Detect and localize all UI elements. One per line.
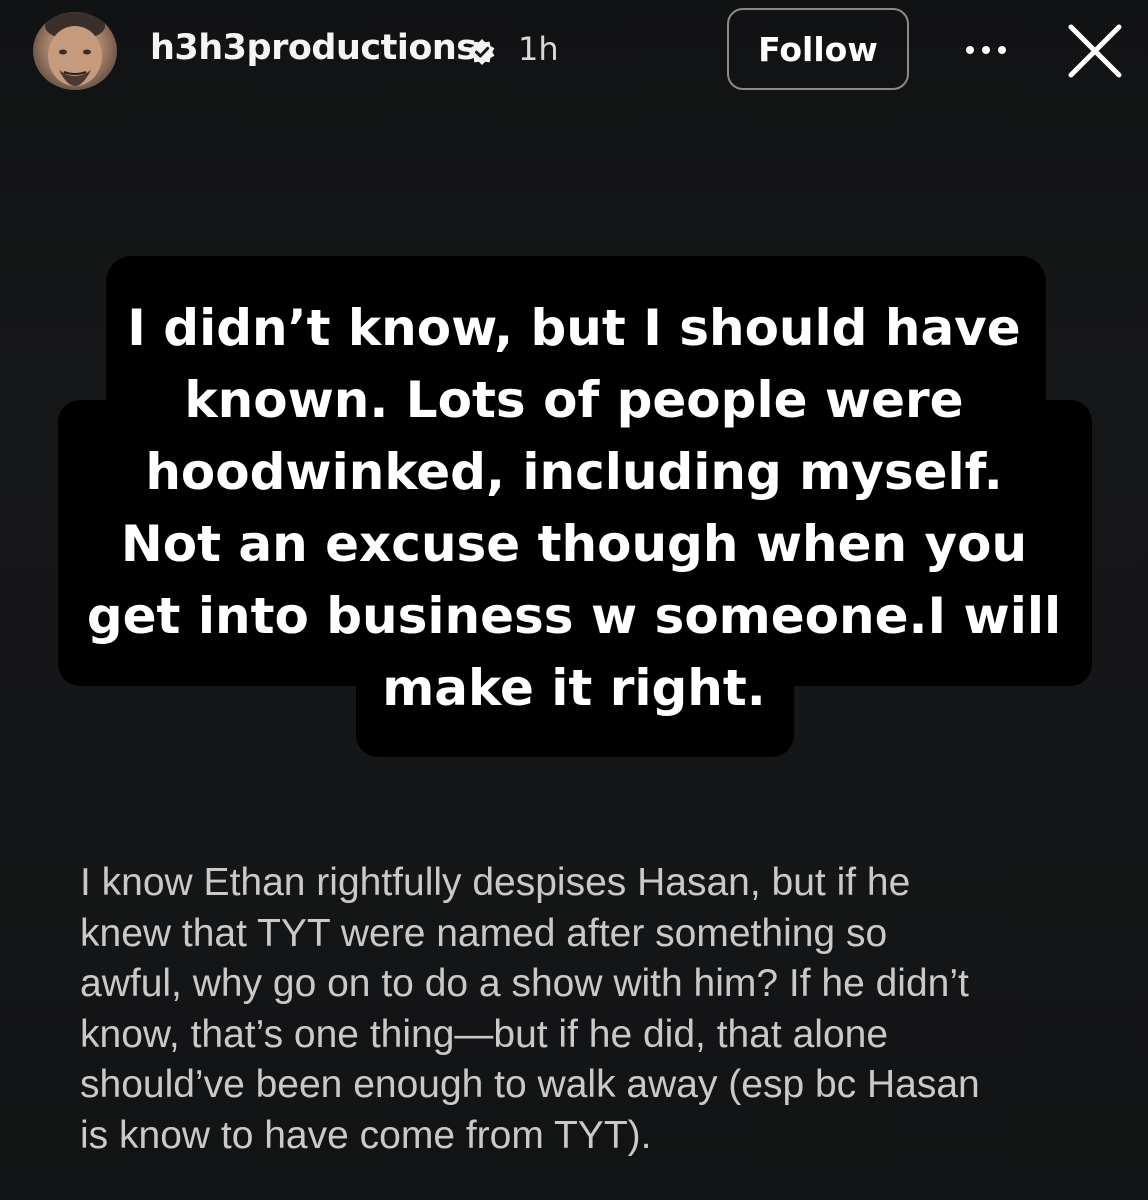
story-viewer: h3h3productions 1h Follow I didn’t know,…: [0, 0, 1148, 1200]
story-text-line: Not an excuse though when you: [120, 515, 1028, 573]
story-text-line: get into business w someone.I will: [86, 587, 1062, 645]
comment-line: should’ve been enough to walk away (esp …: [80, 1063, 980, 1106]
more-options-icon[interactable]: [958, 30, 1014, 70]
follow-button[interactable]: Follow: [727, 8, 909, 90]
story-text-line: make it right.: [382, 659, 766, 717]
profile-avatar-icon: [45, 12, 105, 86]
story-header: h3h3productions 1h Follow: [0, 0, 1148, 105]
story-text-line: hoodwinked, including myself.: [145, 443, 1003, 501]
comment-line: know, that’s one thing—but if he did, th…: [80, 1012, 889, 1056]
post-timestamp: 1h: [518, 30, 559, 68]
close-icon[interactable]: [1066, 22, 1124, 80]
story-text-line: known. Lots of people were: [184, 371, 964, 429]
username[interactable]: h3h3productions: [150, 28, 477, 68]
avatar[interactable]: [33, 12, 117, 90]
quoted-comment: I know Ethan rightfully despises Hasan, …: [80, 858, 1100, 1161]
story-text-line: I didn’t know, but I should have: [127, 299, 1021, 357]
comment-line: I know Ethan rightfully despises Hasan, …: [80, 861, 911, 904]
comment-line: is know to have come from TYT).: [80, 1113, 652, 1157]
comment-line: knew that TYT were named after something…: [80, 911, 888, 955]
verified-badge-icon: [469, 39, 495, 65]
comment-line: awful, why go on to do a show with him? …: [80, 962, 969, 1005]
